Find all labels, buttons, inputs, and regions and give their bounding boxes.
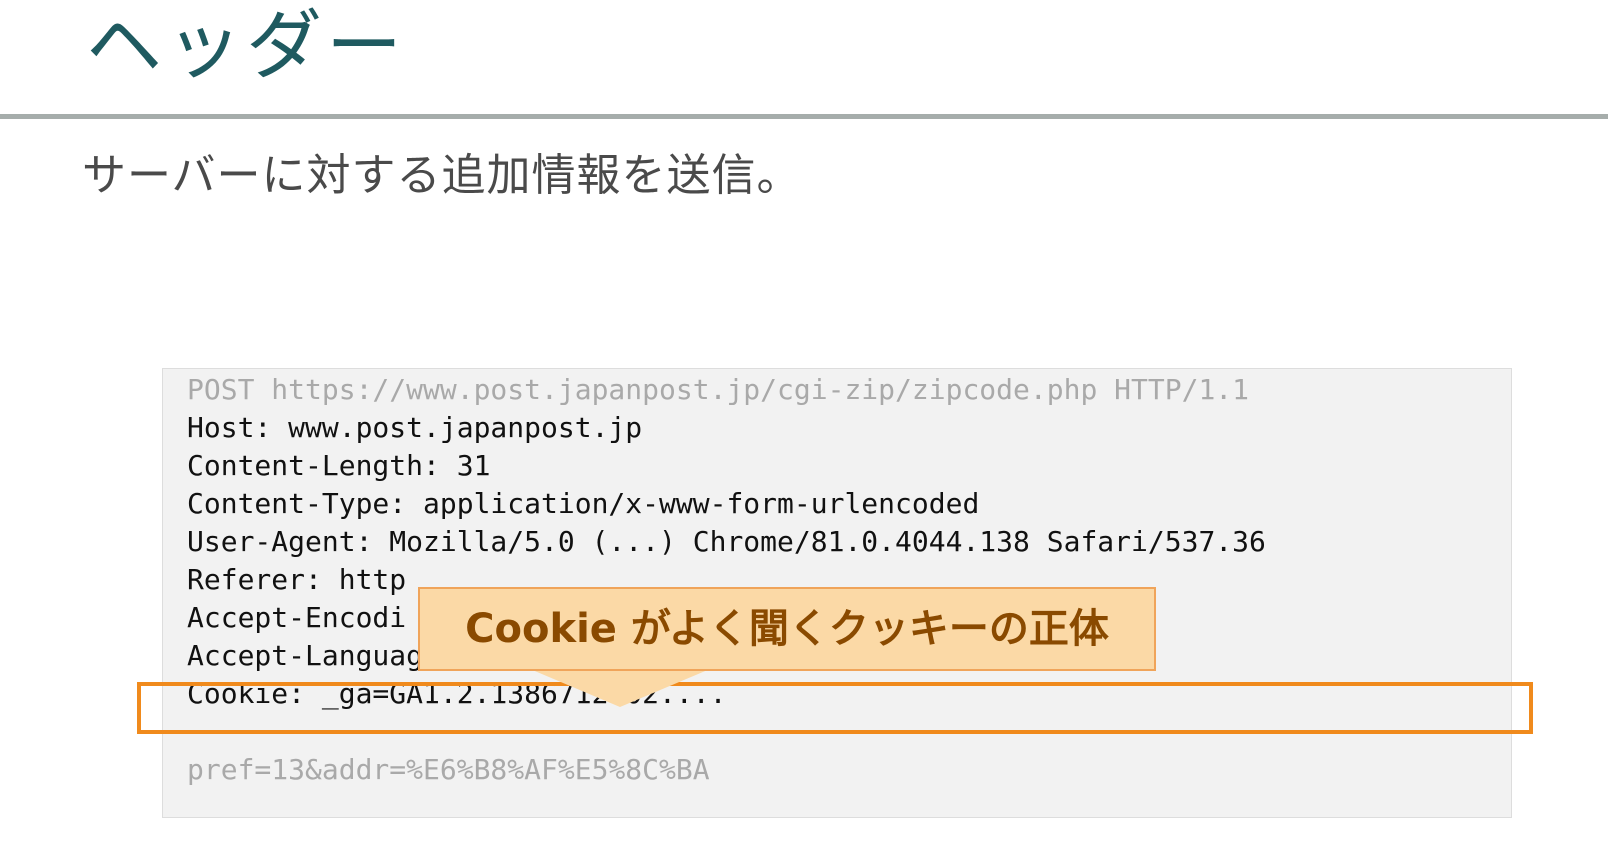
callout-pointer: [530, 669, 710, 707]
header-user-agent: User-Agent: Mozilla/5.0 (...) Chrome/81.…: [187, 525, 1266, 558]
header-host: Host: www.post.japanpost.jp: [187, 411, 643, 444]
header-referer: Referer: http: [187, 563, 407, 596]
header-content-length: Content-Length: 31: [187, 449, 491, 482]
header-accept-encoding: Accept-Encodi: [187, 601, 407, 634]
request-body: pref=13&addr=%E6%B8%AF%E5%8C%BA: [187, 753, 710, 786]
header-accept-language: Accept-Language:: [187, 639, 457, 672]
request-line: POST https://www.post.japanpost.jp/cgi-z…: [187, 373, 1250, 406]
header-content-type: Content-Type: application/x-www-form-url…: [187, 487, 980, 520]
callout-text: Cookie がよく聞くクッキーの正体: [465, 606, 1109, 652]
title-divider: [0, 114, 1608, 119]
slide-title: ヘッダー: [86, 1, 406, 90]
slide: ヘッダー サーバーに対する追加情報を送信。 POST https://www.p…: [0, 0, 1608, 857]
cookie-highlight-frame: [137, 682, 1533, 734]
slide-subtitle: サーバーに対する追加情報を送信。: [82, 150, 802, 201]
cookie-callout: Cookie がよく聞くクッキーの正体: [418, 587, 1156, 671]
